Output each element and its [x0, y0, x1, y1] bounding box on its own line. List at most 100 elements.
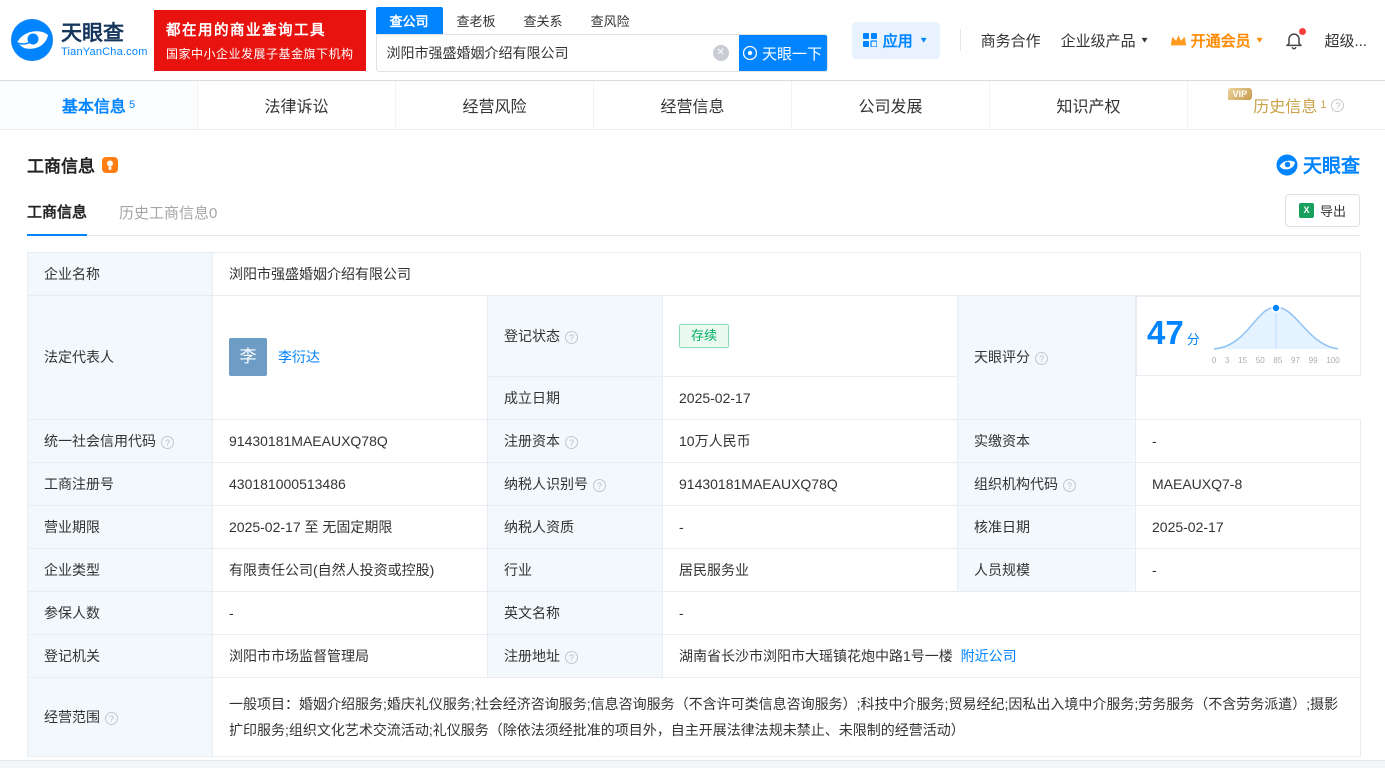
- legal-rep-avatar[interactable]: 李: [229, 338, 267, 377]
- field-value-english-name: -: [662, 590, 1361, 635]
- help-icon[interactable]: ?: [1063, 478, 1076, 492]
- export-button[interactable]: X 导出: [1284, 194, 1360, 227]
- tab-operational-risk[interactable]: 经营风险: [396, 81, 594, 129]
- company-detail-tabs: 基本信息 5 法律诉讼 经营风险 经营信息 公司发展 知识产权 VIP 历史信息…: [0, 80, 1385, 130]
- field-label-industry: 行业: [487, 547, 663, 592]
- help-icon[interactable]: ?: [565, 330, 578, 344]
- excel-icon: X: [1298, 203, 1314, 218]
- help-icon[interactable]: ?: [1331, 98, 1345, 112]
- table-row: 参保人数 - 英文名称 -: [27, 590, 1361, 635]
- field-value-approval-date: 2025-02-17: [1135, 504, 1361, 549]
- logo-brand-text: 天眼查: [61, 22, 124, 45]
- score-marker-dot: [1270, 303, 1281, 313]
- nav-super-label: 超级...: [1324, 32, 1367, 50]
- legal-rep-link[interactable]: 李衍达: [278, 347, 320, 367]
- field-label-business-scope: 经营范围?: [27, 676, 213, 757]
- help-icon[interactable]: ?: [161, 435, 174, 449]
- field-value-company-type: 有限责任公司(自然人投资或控股): [212, 547, 488, 592]
- section-header: 工商信息 天眼查: [27, 151, 1360, 178]
- tianyancha-logo[interactable]: 天眼查 TianYanCha.com: [10, 18, 150, 62]
- nav-vip-label: 开通会员: [1190, 32, 1251, 50]
- tab-business-label: 经营信息: [660, 99, 725, 116]
- tab-basic-info[interactable]: 基本信息 5: [0, 81, 198, 129]
- field-label-taxpayer-id: 纳税人识别号?: [487, 461, 663, 506]
- field-label-score: 天眼评分?: [957, 295, 1136, 420]
- field-value-insured-count: -: [212, 590, 488, 635]
- tab-history-count: 1: [1320, 99, 1327, 111]
- section-title: 工商信息: [27, 157, 95, 176]
- search-tab-risk[interactable]: 查风险: [577, 7, 644, 34]
- help-icon[interactable]: ?: [105, 711, 118, 725]
- score-curve: [1213, 303, 1338, 350]
- table-row: 登记机关 浏阳市市场监督管理局 注册地址? 湖南省长沙市浏阳市大瑶镇花炮中路1号…: [27, 633, 1361, 678]
- field-label-approval-date: 核准日期: [957, 504, 1136, 549]
- top-nav: 应用 ▼ 商务合作 企业级产品 ▼ 开通会员 ▼ 超级...: [851, 21, 1367, 59]
- field-label-reg-address: 注册地址?: [487, 633, 663, 678]
- tab-risk-label: 经营风险: [462, 99, 527, 116]
- field-value-business-scope: 一般项目：婚姻介绍服务;婚庆礼仪服务;社会经济咨询服务;信息咨询服务（不含许可类…: [212, 676, 1361, 757]
- notifications-bell[interactable]: [1284, 28, 1307, 50]
- nav-enterprise-label: 企业级产品: [1060, 32, 1136, 50]
- field-label-staff-size: 人员规模: [957, 547, 1136, 592]
- field-label-credit-code: 统一社会信用代码?: [27, 418, 213, 463]
- tianyancha-eye-icon: [11, 19, 53, 61]
- field-value-industry: 居民服务业: [662, 547, 958, 592]
- table-row: 工商注册号 430181000513486 纳税人识别号? 91430181MA…: [27, 461, 1361, 506]
- field-label-reg-authority: 登记机关: [27, 633, 213, 678]
- tab-legal-proceedings[interactable]: 法律诉讼: [198, 81, 396, 129]
- clear-search-icon[interactable]: ✕: [712, 45, 729, 61]
- field-value-company-name: 浏阳市强盛婚姻介绍有限公司: [212, 252, 1361, 296]
- apps-menu[interactable]: 应用 ▼: [851, 21, 940, 59]
- nav-super-vip[interactable]: 超级...: [1324, 30, 1367, 51]
- nav-open-vip[interactable]: 开通会员 ▼: [1170, 30, 1265, 51]
- promo-banner: 都在用的商业查询工具 国家中小企业发展子基金旗下机构: [154, 9, 366, 71]
- help-icon[interactable]: ?: [593, 478, 606, 492]
- field-label-insured-count: 参保人数: [27, 590, 213, 635]
- help-icon[interactable]: ?: [1035, 352, 1048, 366]
- field-value-credit-code: 91430181MAEAUXQ78Q: [212, 418, 488, 463]
- tianyancha-eye-icon: [1276, 154, 1298, 175]
- search-button[interactable]: 天眼一下: [738, 35, 827, 71]
- table-row: 统一社会信用代码? 91430181MAEAUXQ78Q 注册资本? 10万人民…: [27, 418, 1361, 463]
- nav-divider: [959, 29, 961, 51]
- search-tab-company[interactable]: 查公司: [375, 7, 443, 34]
- field-value-taxpayer-id: 91430181MAEAUXQ78Q: [662, 461, 958, 506]
- search-tab-boss[interactable]: 查老板: [443, 7, 510, 34]
- table-row: 企业类型 有限责任公司(自然人投资或控股) 行业 居民服务业 人员规模 -: [27, 547, 1361, 592]
- field-value-business-term: 2025-02-17 至 无固定期限: [212, 504, 488, 549]
- notification-dot: [1299, 28, 1307, 35]
- tab-company-development[interactable]: 公司发展: [792, 81, 990, 129]
- chevron-down-icon: ▼: [1139, 35, 1150, 45]
- search-input[interactable]: [376, 35, 713, 71]
- table-row: 经营范围? 一般项目：婚姻介绍服务;婚庆礼仪服务;社会经济咨询服务;信息咨询服务…: [27, 676, 1361, 757]
- sub-tabs: 工商信息 历史工商信息0 X 导出: [27, 194, 1360, 236]
- nav-business-label: 商务合作: [980, 32, 1041, 50]
- nav-enterprise-products[interactable]: 企业级产品 ▼: [1061, 30, 1150, 51]
- tab-intellectual-property[interactable]: 知识产权: [990, 81, 1188, 129]
- score-axis-ticks: 0 3 15 50 85 97 99 100: [1211, 356, 1340, 365]
- help-icon[interactable]: ?: [565, 650, 578, 664]
- field-value-reg-number: 430181000513486: [212, 461, 488, 506]
- search-tabs: 查公司 查老板 查关系 查风险: [375, 7, 828, 34]
- status-badge: 存续: [679, 323, 730, 348]
- subtab-history-registration[interactable]: 历史工商信息0: [119, 202, 217, 235]
- chevron-down-icon: ▼: [1254, 35, 1265, 45]
- table-row: 法定代表人 李 李衍达 登记状态? 存续 天眼评分? 47 分 0 3 15 5…: [27, 295, 1361, 420]
- search-box: ✕ 天眼一下: [375, 34, 828, 72]
- field-value-score[interactable]: 47 分 0 3 15 50 85 97 99 100: [1136, 296, 1361, 376]
- subtab-business-registration[interactable]: 工商信息: [27, 201, 88, 236]
- apps-grid-icon: [862, 33, 877, 47]
- tab-history-info[interactable]: VIP 历史信息 1 ?: [1188, 81, 1385, 129]
- help-icon[interactable]: ?: [565, 435, 578, 449]
- field-label-reg-number: 工商注册号: [27, 461, 213, 506]
- field-value-establish-date: 2025-02-17: [662, 375, 958, 420]
- tab-business-info[interactable]: 经营信息: [594, 81, 792, 129]
- field-value-taxpayer-quality: -: [662, 504, 958, 549]
- search-area: 查公司 查老板 查关系 查风险 ✕ 天眼一下: [375, 7, 828, 72]
- table-row: 企业名称 浏阳市强盛婚姻介绍有限公司: [27, 252, 1361, 296]
- nav-business-cooperation[interactable]: 商务合作: [981, 30, 1041, 51]
- main-content: 工商信息 天眼查 工商信息 历史工商信息0 X 导出 企业名称 浏阳市强盛婚姻介…: [0, 151, 1385, 757]
- page-bottom-strip: [0, 759, 1385, 768]
- search-tab-relation[interactable]: 查关系: [510, 7, 577, 34]
- nearby-companies-link[interactable]: 附近公司: [961, 648, 1017, 664]
